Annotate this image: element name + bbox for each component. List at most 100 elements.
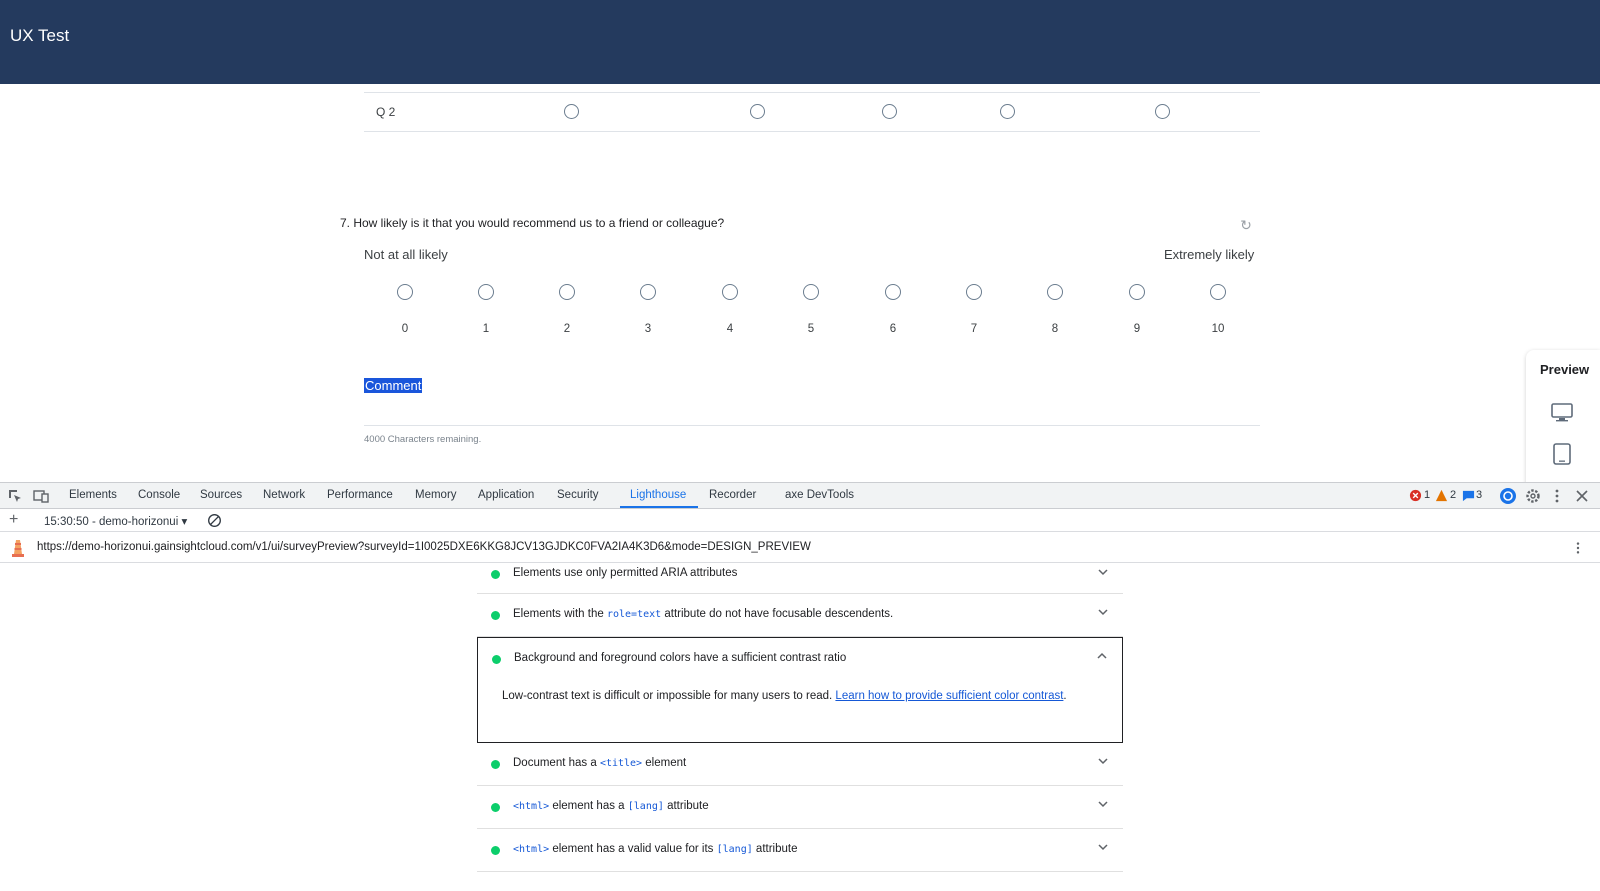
tablet-icon[interactable] [1550,442,1574,466]
lighthouse-icon [12,540,24,557]
nps-radio[interactable] [966,284,982,300]
refresh-icon[interactable]: ↻ [1238,217,1254,233]
tab-sources[interactable]: Sources [200,489,242,501]
chevron-up-icon[interactable] [1096,650,1108,662]
report-selector[interactable]: 15:30:50 - demo-horizonui ▾ [44,514,187,528]
nps-option-label: 8 [1051,323,1059,335]
close-icon[interactable] [1574,488,1590,504]
nps-option-label: 7 [970,323,978,335]
pass-indicator [491,803,500,812]
nps-radio[interactable] [1129,284,1145,300]
nps-option[interactable]: 9 [1117,284,1157,335]
nps-option[interactable]: 6 [873,284,913,335]
chevron-down-icon[interactable] [1097,606,1109,618]
matrix-radio[interactable] [882,104,897,119]
nps-option[interactable]: 10 [1198,284,1238,335]
nps-radio[interactable] [478,284,494,300]
nps-option-label: 1 [482,323,490,335]
nps-option-label: 2 [563,323,571,335]
nps-option[interactable]: 4 [710,284,750,335]
tab-console[interactable]: Console [138,489,180,501]
audit-item[interactable]: Elements use only permitted ARIA attribu… [477,563,1123,594]
nps-option-label: 4 [726,323,734,335]
audit-item[interactable]: Document has a <title> element [477,743,1123,786]
matrix-radio[interactable] [564,104,579,119]
devtools-tabbar: Elements Console Sources Network Perform… [0,483,1600,509]
audit-item[interactable]: <html> element has a valid value for its… [477,829,1123,872]
comment-input[interactable] [364,425,1260,426]
tab-axe-devtools[interactable]: axe DevTools [785,489,854,501]
pass-indicator [492,655,501,664]
tab-elements[interactable]: Elements [69,489,117,501]
clear-icon[interactable] [207,513,222,528]
tab-lighthouse[interactable]: Lighthouse [630,489,686,501]
learn-more-link[interactable]: Learn how to provide sufficient color co… [835,690,1063,702]
audit-title: <html> element has a [lang] attribute [513,800,709,812]
nps-option[interactable]: 1 [466,284,506,335]
more-vert-icon[interactable] [1549,488,1565,504]
pass-indicator [491,846,500,855]
nps-option-label: 5 [807,323,815,335]
audit-code: role=text [606,609,662,620]
nps-radio[interactable] [885,284,901,300]
nps-option-label: 10 [1211,323,1225,335]
audit-title: Elements use only permitted ARIA attribu… [513,567,738,579]
matrix-row-q2: Q 2 [364,92,1260,132]
nps-radio[interactable] [722,284,738,300]
warning-icon[interactable] [1435,489,1448,502]
audit-title-part: attribute [663,800,709,812]
message-icon[interactable] [1462,489,1475,502]
audit-title-part: attribute [752,843,798,855]
nps-option[interactable]: 2 [547,284,587,335]
nps-low-label: Not at all likely [364,247,448,262]
matrix-radio[interactable] [1155,104,1170,119]
nps-radio[interactable] [1047,284,1063,300]
url-more-icon[interactable] [1571,541,1585,555]
matrix-radio[interactable] [1000,104,1015,119]
chevron-down-icon[interactable] [1097,755,1109,767]
tab-memory[interactable]: Memory [415,489,457,501]
audit-title: <html> element has a valid value for its… [513,843,797,855]
app-title: UX Test [10,26,70,45]
new-report-button[interactable]: + [9,511,18,529]
nps-option[interactable]: 8 [1035,284,1075,335]
nps-high-label: Extremely likely [1164,247,1255,262]
tab-application[interactable]: Application [478,489,534,501]
comment-label: Comment [364,378,423,393]
nps-radio[interactable] [397,284,413,300]
tab-security[interactable]: Security [557,489,599,501]
nps-radio[interactable] [803,284,819,300]
tab-network[interactable]: Network [263,489,305,501]
chevron-down-icon[interactable] [1097,841,1109,853]
warning-count: 2 [1450,489,1457,501]
nps-radio[interactable] [640,284,656,300]
error-icon[interactable] [1409,489,1422,502]
nps-option[interactable]: 7 [954,284,994,335]
device-toggle-icon[interactable] [33,488,49,504]
matrix-radio[interactable] [750,104,765,119]
nps-radio[interactable] [1210,284,1226,300]
audit-code: <html> [513,844,550,855]
nps-option-label: 0 [401,323,409,335]
chevron-down-icon[interactable] [1097,798,1109,810]
devtools-panel: Elements Console Sources Network Perform… [0,482,1600,891]
question-7-text: 7. How likely is it that you would recom… [340,216,725,230]
audit-code: [lang] [716,844,753,855]
nps-option[interactable]: 3 [628,284,668,335]
sync-icon[interactable] [1499,487,1517,505]
tab-performance[interactable]: Performance [327,489,393,501]
settings-icon[interactable] [1525,488,1541,504]
inspect-icon[interactable] [7,488,23,504]
audit-item[interactable]: <html> element has a [lang] attribute [477,786,1123,829]
active-tab-indicator [620,506,698,508]
nps-option[interactable]: 0 [385,284,425,335]
desktop-icon[interactable] [1550,400,1574,424]
nps-option[interactable]: 5 [791,284,831,335]
audit-item[interactable]: Elements with the role=text attribute do… [477,594,1123,637]
audit-code: <html> [513,801,550,812]
tab-recorder[interactable]: Recorder [709,489,756,501]
nps-radio[interactable] [559,284,575,300]
audit-item-expanded[interactable]: Background and foreground colors have a … [477,637,1123,743]
pass-indicator [491,570,500,579]
chevron-down-icon[interactable] [1097,566,1109,578]
